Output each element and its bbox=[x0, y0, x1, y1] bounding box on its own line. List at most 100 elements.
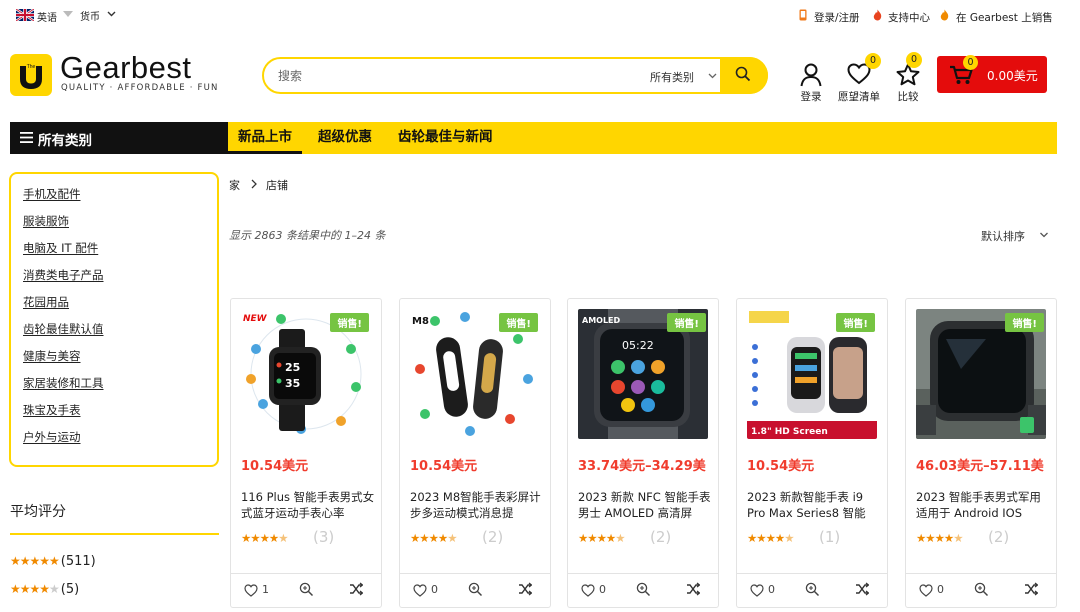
fire-icon bbox=[873, 9, 882, 21]
all-categories-label: 所有类别 bbox=[38, 133, 92, 149]
nav-super-deals[interactable]: 超级优惠 bbox=[308, 122, 382, 154]
card-actions: 0 bbox=[400, 573, 550, 607]
currency-selector[interactable]: 货币 bbox=[80, 8, 100, 23]
sale-badge: 销售! bbox=[667, 313, 706, 332]
fire-icon bbox=[940, 9, 949, 21]
search-category-select[interactable]: 所有类别 bbox=[650, 69, 694, 85]
login-register-link[interactable]: 登录/注册 bbox=[814, 10, 860, 25]
nav-new-arrivals[interactable]: 新品上市 bbox=[228, 122, 302, 154]
category-link[interactable]: 家居装修和工具 bbox=[23, 375, 104, 391]
language-selector[interactable]: 英语 bbox=[37, 9, 57, 24]
user-icon bbox=[800, 63, 822, 87]
product-card[interactable]: M8 销售! 10.54美元 2023 M8智能手表彩屏计步多运动模式消息提 ★… bbox=[399, 298, 551, 608]
gearbest-logo-icon: The bbox=[20, 63, 42, 89]
breadcrumb-home[interactable]: 家 bbox=[229, 177, 240, 193]
product-card[interactable]: 1.8" HD Screen 销售! 10.54美元 2023 新款智能手表 i… bbox=[736, 298, 888, 608]
rating-stars: ★★★★ bbox=[10, 582, 50, 596]
product-title[interactable]: 2023 新款智能手表 i9 Pro Max Series8 智能 bbox=[747, 489, 882, 521]
category-link[interactable]: 齿轮最佳默认值 bbox=[23, 321, 104, 337]
heart-icon[interactable] bbox=[581, 584, 595, 597]
rating-filter-5[interactable]: ★★★★★ (511) bbox=[10, 554, 96, 569]
category-link[interactable]: 花园用品 bbox=[23, 294, 69, 310]
favorite-count: 0 bbox=[937, 583, 944, 596]
chevron-down-icon bbox=[708, 73, 717, 79]
support-center-link[interactable]: 支持中心 bbox=[888, 10, 930, 25]
category-link[interactable]: 手机及配件 bbox=[23, 186, 81, 202]
zoom-in-icon[interactable] bbox=[299, 582, 314, 597]
heart-icon[interactable] bbox=[244, 584, 258, 597]
favorite-count: 0 bbox=[768, 583, 775, 596]
results-count: 显示 2863 条结果中的 1–24 条 bbox=[229, 229, 386, 242]
favorite-count: 0 bbox=[599, 583, 606, 596]
category-link[interactable]: 服装服饰 bbox=[23, 213, 69, 229]
logo-wordmark[interactable]: Gearbest bbox=[60, 50, 192, 86]
category-link[interactable]: 电脑及 IT 配件 bbox=[23, 240, 98, 256]
logo-tagline: QUALITY · AFFORDABLE · FUN bbox=[61, 83, 219, 93]
heart-icon[interactable] bbox=[413, 584, 427, 597]
product-title[interactable]: 2023 M8智能手表彩屏计步多运动模式消息提 bbox=[410, 489, 545, 521]
product-image-label: 1.8" HD Screen bbox=[751, 427, 828, 437]
compare-shuffle-icon[interactable] bbox=[518, 582, 532, 596]
cart-button[interactable]: 0.00美元 bbox=[937, 56, 1047, 93]
nav-gear-best-news[interactable]: 齿轮最佳与新闻 bbox=[388, 122, 503, 154]
heart-icon[interactable] bbox=[919, 584, 933, 597]
sale-badge: 销售! bbox=[1005, 313, 1044, 332]
login-button[interactable]: 登录 bbox=[796, 63, 826, 104]
sort-select[interactable]: 默认排序 bbox=[981, 228, 1025, 244]
rating-count: (5) bbox=[60, 582, 80, 597]
zoom-in-icon[interactable] bbox=[974, 582, 989, 597]
category-link[interactable]: 户外与运动 bbox=[23, 429, 81, 445]
phone-icon bbox=[799, 9, 807, 21]
product-card[interactable]: 25 35 NEW 销售! 10.54美元 116 Plus 智能手表男式女式蓝… bbox=[230, 298, 382, 608]
product-title[interactable]: 2023 智能手表男式军用适用于 Android IOS bbox=[916, 489, 1051, 521]
breadcrumb-current: 店铺 bbox=[266, 179, 288, 192]
search-icon bbox=[735, 66, 751, 82]
wishlist-button[interactable]: 愿望清单 bbox=[836, 63, 882, 104]
main-nav: 新品上市 超级优惠 齿轮最佳与新闻 bbox=[228, 122, 1057, 154]
card-actions: 0 bbox=[568, 573, 718, 607]
sale-badge: 销售! bbox=[499, 313, 538, 332]
heart-icon[interactable] bbox=[750, 584, 764, 597]
compare-button[interactable]: 比较 bbox=[894, 63, 922, 104]
product-rating-stars: ★★★★★ bbox=[916, 531, 964, 545]
sell-on-gearbest-link[interactable]: 在 Gearbest 上销售 bbox=[956, 10, 1053, 25]
product-rating-stars: ★★★★★ bbox=[747, 531, 795, 545]
search-input[interactable] bbox=[278, 67, 618, 85]
rating-stars: ★★★★★ bbox=[10, 554, 60, 568]
cart-total: 0.00美元 bbox=[987, 69, 1038, 83]
compare-shuffle-icon[interactable] bbox=[686, 582, 700, 596]
cart-count-badge: 0 bbox=[963, 55, 978, 70]
product-rating-stars: ★★★★★ bbox=[241, 531, 289, 545]
divider bbox=[10, 533, 219, 535]
category-link[interactable]: 珠宝及手表 bbox=[23, 402, 81, 418]
rating-filter-4[interactable]: ★★★★★ (5) bbox=[10, 582, 79, 597]
compare-count-badge: 0 bbox=[906, 52, 922, 68]
all-categories-button[interactable]: 所有类别 bbox=[10, 122, 228, 154]
product-card[interactable]: 销售! 46.03美元–57.11美 2023 智能手表男式军用适用于 Andr… bbox=[905, 298, 1057, 608]
chevron-down-icon bbox=[107, 11, 116, 17]
svg-text:05:22: 05:22 bbox=[622, 339, 654, 352]
category-link[interactable]: 消费类电子产品 bbox=[23, 267, 104, 283]
card-actions: 1 bbox=[231, 573, 381, 607]
wishlist-label: 愿望清单 bbox=[838, 91, 880, 103]
product-title[interactable]: 2023 新款 NFC 智能手表男士 AMOLED 高清屏 bbox=[578, 489, 713, 521]
compare-label: 比较 bbox=[897, 91, 919, 103]
compare-shuffle-icon[interactable] bbox=[1024, 582, 1038, 596]
menu-icon bbox=[20, 132, 33, 143]
zoom-in-icon[interactable] bbox=[636, 582, 651, 597]
chevron-down-icon bbox=[1040, 232, 1048, 238]
category-link[interactable]: 健康与美容 bbox=[23, 348, 81, 364]
uk-flag-icon[interactable] bbox=[16, 9, 34, 21]
sale-badge: 销售! bbox=[330, 313, 369, 332]
search-button[interactable] bbox=[720, 57, 768, 94]
rating-count: (511) bbox=[60, 554, 96, 569]
product-title[interactable]: 116 Plus 智能手表男式女式蓝牙运动手表心率 bbox=[241, 489, 376, 521]
product-price: 10.54美元 bbox=[241, 459, 309, 474]
zoom-in-icon[interactable] bbox=[468, 582, 483, 597]
product-card[interactable]: 05:22 AMOLED 销售! 33.74美元–34.29美 2023 新款 … bbox=[567, 298, 719, 608]
favorite-count: 1 bbox=[262, 583, 269, 596]
zoom-in-icon[interactable] bbox=[805, 582, 820, 597]
compare-shuffle-icon[interactable] bbox=[349, 582, 363, 596]
logo-mark[interactable]: The bbox=[10, 54, 52, 96]
compare-shuffle-icon[interactable] bbox=[855, 582, 869, 596]
